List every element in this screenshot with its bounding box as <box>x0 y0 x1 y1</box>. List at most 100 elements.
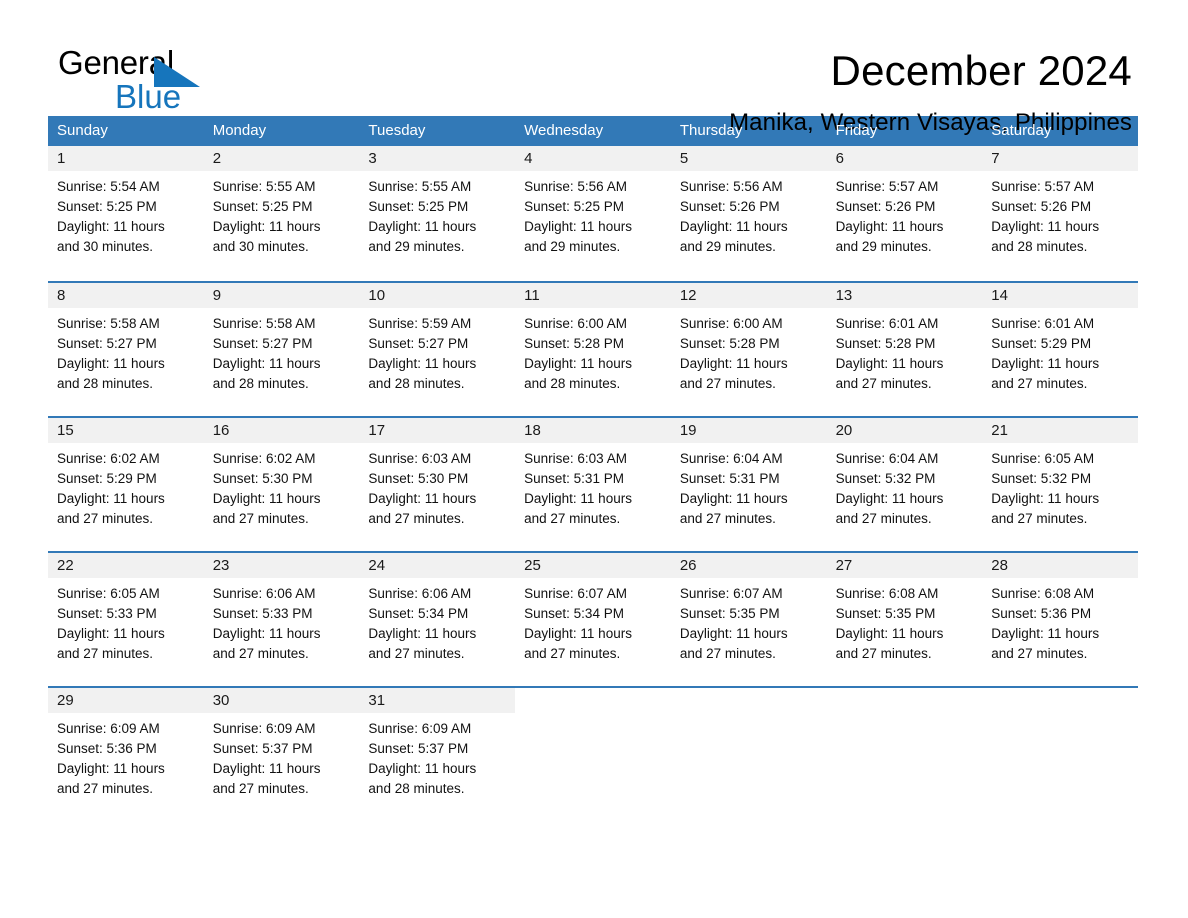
sunrise-text: Sunrise: 6:02 AM <box>57 451 160 466</box>
daylight-text-line1: Daylight: 11 hours <box>57 491 165 506</box>
calendar-day-cell[interactable]: 9 Sunrise: 5:58 AM Sunset: 5:27 PM Dayli… <box>203 283 360 408</box>
calendar-day-cell[interactable]: 10 Sunrise: 5:59 AM Sunset: 5:27 PM Dayl… <box>359 283 516 408</box>
daylight-text-line2: and 27 minutes. <box>57 511 154 526</box>
sunrise-text: Sunrise: 6:00 AM <box>679 316 783 331</box>
daylight-text-line2: and 27 minutes. <box>835 511 932 526</box>
calendar-day-cell[interactable]: 21 Sunrise: 6:05 AM Sunset: 5:32 PM Dayl… <box>982 418 1138 543</box>
sunset-text: Sunset: 5:34 PM <box>524 606 624 621</box>
day-number <box>826 688 983 713</box>
calendar-day-cell[interactable]: 7 Sunrise: 5:57 AM Sunset: 5:26 PM Dayli… <box>982 146 1138 273</box>
daylight-text-line2: and 28 minutes. <box>368 781 465 796</box>
sunset-text: Sunset: 5:27 PM <box>212 336 313 351</box>
day-number: 12 <box>670 283 827 308</box>
day-details: Sunrise: 5:54 AM Sunset: 5:25 PM Dayligh… <box>48 171 204 257</box>
calendar-day-cell-empty <box>670 688 827 813</box>
day-of-week-saturday: Saturday <box>991 122 1052 139</box>
daylight-text-line2: and 29 minutes. <box>368 239 465 254</box>
calendar-day-cell-empty <box>826 688 983 813</box>
day-number: 8 <box>48 283 204 308</box>
sunrise-text: Sunrise: 6:06 AM <box>212 586 316 601</box>
daylight-text-line1: Daylight: 11 hours <box>57 219 165 234</box>
generalblue-logo[interactable]: General Blue <box>58 44 248 116</box>
daylight-text-line1: Daylight: 11 hours <box>991 626 1100 641</box>
calendar-day-cell[interactable]: 15 Sunrise: 6:02 AM Sunset: 5:29 PM Dayl… <box>48 418 204 543</box>
calendar-day-cell[interactable]: 8 Sunrise: 5:58 AM Sunset: 5:27 PM Dayli… <box>48 283 204 408</box>
calendar-day-cell[interactable]: 27 Sunrise: 6:08 AM Sunset: 5:35 PM Dayl… <box>826 553 983 678</box>
calendar-day-cell[interactable]: 5 Sunrise: 5:56 AM Sunset: 5:26 PM Dayli… <box>670 146 827 273</box>
calendar-day-cell[interactable]: 30 Sunrise: 6:09 AM Sunset: 5:37 PM Dayl… <box>203 688 360 813</box>
daylight-text-line2: and 27 minutes. <box>679 646 776 661</box>
calendar-page: General Blue December 2024 Manika, Weste… <box>0 0 1188 918</box>
daylight-text-line2: and 29 minutes. <box>524 239 621 254</box>
sunset-text: Sunset: 5:25 PM <box>368 199 469 214</box>
sunset-text: Sunset: 5:33 PM <box>212 606 313 621</box>
daylight-text-line2: and 30 minutes. <box>212 239 309 254</box>
day-number: 30 <box>203 688 360 713</box>
calendar-day-cell[interactable]: 26 Sunrise: 6:07 AM Sunset: 5:35 PM Dayl… <box>670 553 827 678</box>
day-number: 23 <box>203 553 360 578</box>
calendar-day-cell[interactable]: 22 Sunrise: 6:05 AM Sunset: 5:33 PM Dayl… <box>48 553 204 678</box>
day-details: Sunrise: 6:09 AM Sunset: 5:36 PM Dayligh… <box>48 713 204 799</box>
calendar-day-cell[interactable]: 4 Sunrise: 5:56 AM Sunset: 5:25 PM Dayli… <box>515 146 671 273</box>
calendar-day-cell[interactable]: 28 Sunrise: 6:08 AM Sunset: 5:36 PM Dayl… <box>982 553 1138 678</box>
daylight-text-line2: and 27 minutes. <box>57 781 154 796</box>
daylight-text-line1: Daylight: 11 hours <box>679 626 788 641</box>
day-details: Sunrise: 5:56 AM Sunset: 5:26 PM Dayligh… <box>671 171 827 257</box>
calendar-day-cell[interactable]: 3 Sunrise: 5:55 AM Sunset: 5:25 PM Dayli… <box>359 146 516 273</box>
sunrise-text: Sunrise: 5:57 AM <box>835 179 939 194</box>
calendar-day-cell[interactable]: 29 Sunrise: 6:09 AM Sunset: 5:36 PM Dayl… <box>48 688 204 813</box>
sunrise-text: Sunrise: 6:07 AM <box>679 586 783 601</box>
calendar-day-cell[interactable]: 1 Sunrise: 5:54 AM Sunset: 5:25 PM Dayli… <box>48 146 204 273</box>
calendar-day-cell[interactable]: 16 Sunrise: 6:02 AM Sunset: 5:30 PM Dayl… <box>203 418 360 543</box>
calendar-day-cell[interactable]: 13 Sunrise: 6:01 AM Sunset: 5:28 PM Dayl… <box>826 283 983 408</box>
calendar-day-cell[interactable]: 2 Sunrise: 5:55 AM Sunset: 5:25 PM Dayli… <box>203 146 360 273</box>
day-details: Sunrise: 5:56 AM Sunset: 5:25 PM Dayligh… <box>515 171 671 257</box>
sunset-text: Sunset: 5:34 PM <box>368 606 469 621</box>
day-of-week-thursday: Thursday <box>679 122 743 139</box>
day-number: 5 <box>670 146 827 171</box>
calendar-day-cell[interactable]: 18 Sunrise: 6:03 AM Sunset: 5:31 PM Dayl… <box>515 418 671 543</box>
day-details: Sunrise: 5:58 AM Sunset: 5:27 PM Dayligh… <box>48 308 204 394</box>
daylight-text-line2: and 27 minutes. <box>368 646 465 661</box>
calendar-day-cell[interactable]: 23 Sunrise: 6:06 AM Sunset: 5:33 PM Dayl… <box>203 553 360 678</box>
sunset-text: Sunset: 5:36 PM <box>57 741 157 756</box>
calendar-week-row: 8 Sunrise: 5:58 AM Sunset: 5:27 PM Dayli… <box>48 281 1138 408</box>
sunset-text: Sunset: 5:33 PM <box>57 606 157 621</box>
calendar-day-cell[interactable]: 25 Sunrise: 6:07 AM Sunset: 5:34 PM Dayl… <box>515 553 671 678</box>
calendar-day-cell[interactable]: 19 Sunrise: 6:04 AM Sunset: 5:31 PM Dayl… <box>670 418 827 543</box>
calendar-day-cell[interactable]: 31 Sunrise: 6:09 AM Sunset: 5:37 PM Dayl… <box>359 688 516 813</box>
sunrise-text: Sunrise: 6:03 AM <box>368 451 472 466</box>
calendar-day-cell[interactable]: 20 Sunrise: 6:04 AM Sunset: 5:32 PM Dayl… <box>826 418 983 543</box>
daylight-text-line2: and 27 minutes. <box>212 511 309 526</box>
calendar-week-row: 1 Sunrise: 5:54 AM Sunset: 5:25 PM Dayli… <box>48 146 1138 273</box>
calendar-day-cell[interactable]: 14 Sunrise: 6:01 AM Sunset: 5:29 PM Dayl… <box>982 283 1138 408</box>
daylight-text-line1: Daylight: 11 hours <box>212 356 321 371</box>
logo-text-general: General <box>58 44 175 81</box>
sunrise-text: Sunrise: 6:06 AM <box>368 586 472 601</box>
day-number: 7 <box>982 146 1138 171</box>
day-details: Sunrise: 5:55 AM Sunset: 5:25 PM Dayligh… <box>204 171 360 257</box>
calendar-day-cell[interactable]: 6 Sunrise: 5:57 AM Sunset: 5:26 PM Dayli… <box>826 146 983 273</box>
daylight-text-line2: and 28 minutes. <box>991 239 1088 254</box>
daylight-text-line2: and 27 minutes. <box>524 511 621 526</box>
daylight-text-line1: Daylight: 11 hours <box>524 356 632 371</box>
daylight-text-line2: and 27 minutes. <box>991 646 1088 661</box>
calendar-day-cell[interactable]: 17 Sunrise: 6:03 AM Sunset: 5:30 PM Dayl… <box>359 418 516 543</box>
day-number: 6 <box>826 146 983 171</box>
day-of-week-header-row: Sunday Monday Tuesday Wednesday Thursday… <box>48 116 1138 146</box>
daylight-text-line2: and 30 minutes. <box>57 239 154 254</box>
day-number: 19 <box>670 418 827 443</box>
calendar-day-cell[interactable]: 12 Sunrise: 6:00 AM Sunset: 5:28 PM Dayl… <box>670 283 827 408</box>
sunrise-text: Sunrise: 6:04 AM <box>835 451 939 466</box>
daylight-text-line1: Daylight: 11 hours <box>212 761 321 776</box>
sunset-text: Sunset: 5:37 PM <box>368 741 469 756</box>
sunrise-text: Sunrise: 5:58 AM <box>212 316 316 331</box>
day-details: Sunrise: 6:09 AM Sunset: 5:37 PM Dayligh… <box>204 713 360 799</box>
calendar-day-cell[interactable]: 24 Sunrise: 6:06 AM Sunset: 5:34 PM Dayl… <box>359 553 516 678</box>
daylight-text-line2: and 27 minutes. <box>212 781 309 796</box>
day-number: 24 <box>359 553 516 578</box>
day-number: 3 <box>359 146 516 171</box>
daylight-text-line1: Daylight: 11 hours <box>835 491 944 506</box>
day-number: 11 <box>515 283 671 308</box>
calendar-day-cell[interactable]: 11 Sunrise: 6:00 AM Sunset: 5:28 PM Dayl… <box>515 283 671 408</box>
